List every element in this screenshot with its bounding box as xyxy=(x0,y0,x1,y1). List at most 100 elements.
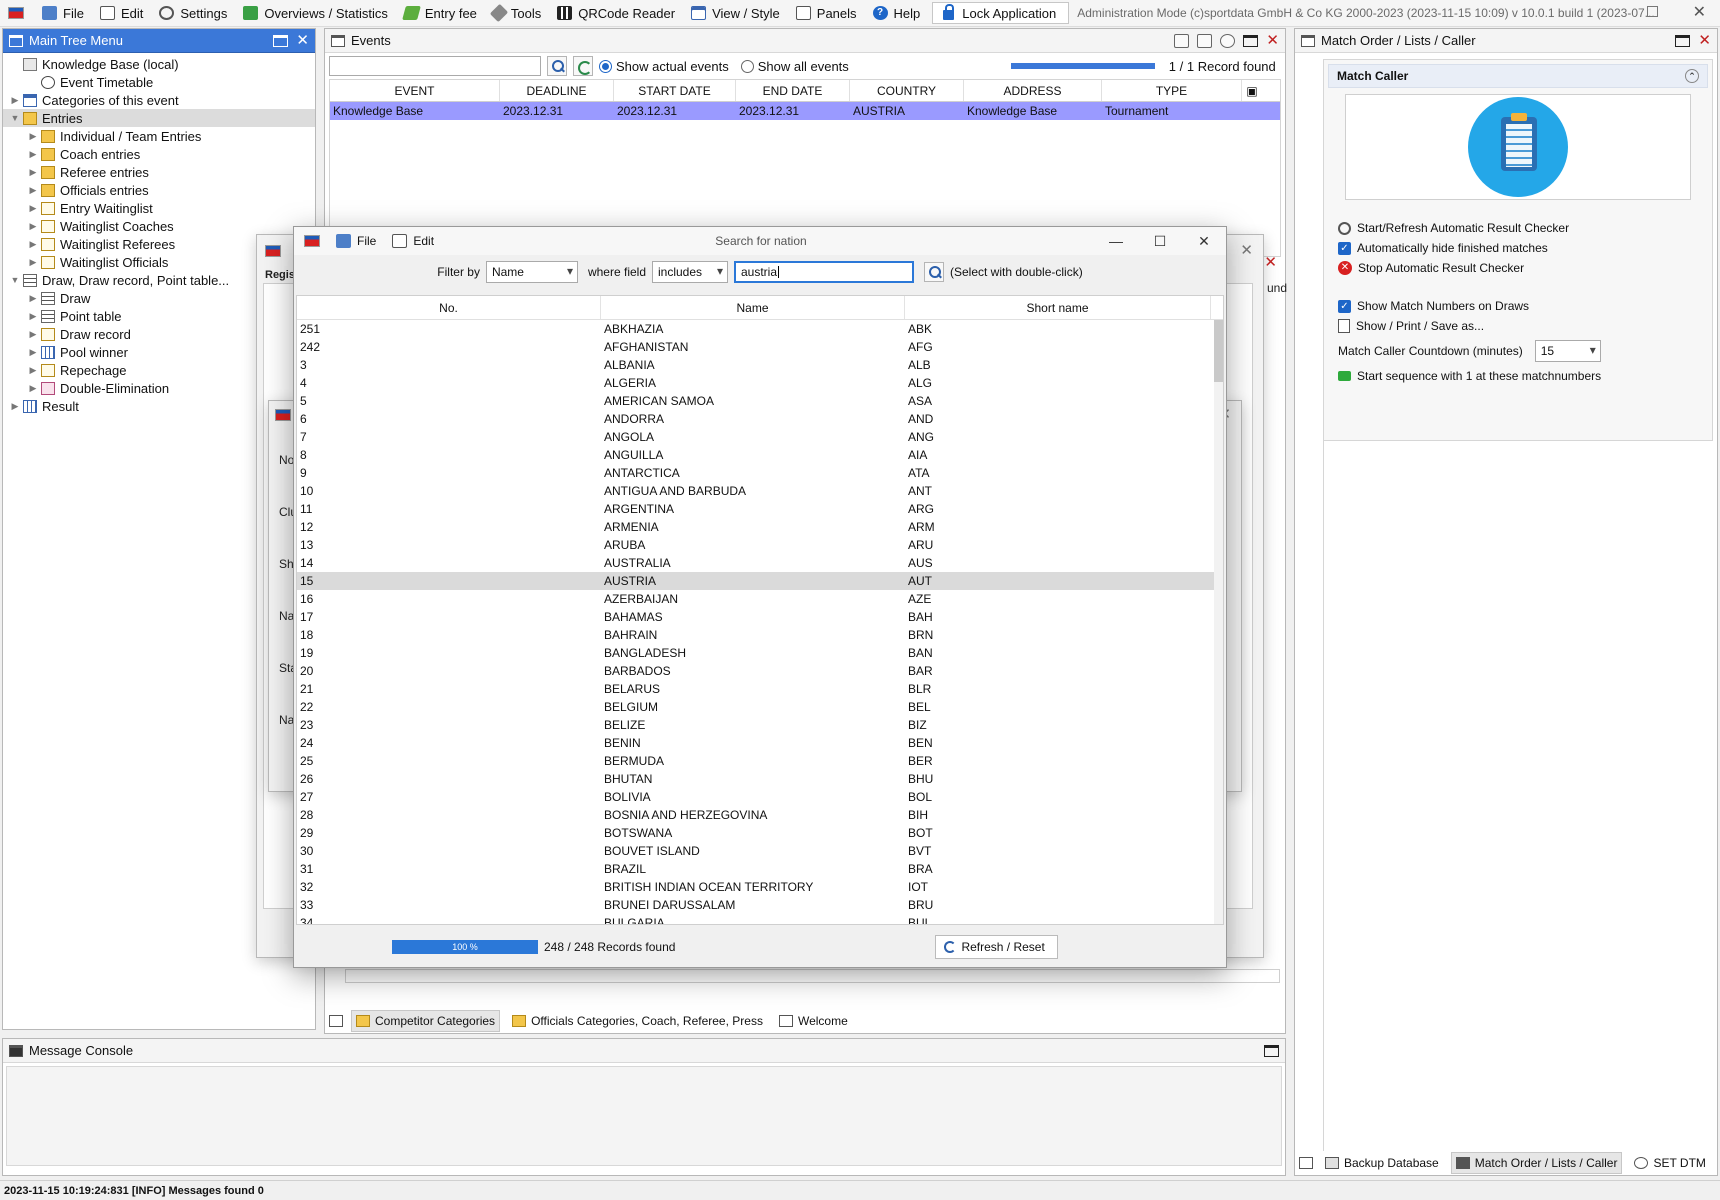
dialog-menu-edit[interactable]: Edit xyxy=(386,228,440,255)
filter-by-select[interactable]: Name xyxy=(485,261,578,283)
nation-row[interactable]: 3 ALBANIA ALB xyxy=(297,356,1223,374)
show-all-events-radio[interactable]: Show all events xyxy=(740,59,849,74)
nation-row[interactable]: 16 AZERBAIJAN AZE xyxy=(297,590,1223,608)
nation-row[interactable]: 19 BANGLADESH BAN xyxy=(297,644,1223,662)
tab-match-order[interactable]: Match Order / Lists / Caller xyxy=(1450,1152,1623,1174)
reload-icon[interactable] xyxy=(573,56,593,76)
column-header[interactable]: TYPE xyxy=(1102,80,1242,101)
start-sequence[interactable]: Start sequence with 1 at these matchnumb… xyxy=(1324,366,1712,386)
close-icon[interactable]: ✕ xyxy=(1266,33,1279,48)
column-header[interactable]: EVENT xyxy=(330,80,500,101)
expand-arrow-icon[interactable]: ▶ xyxy=(25,383,41,394)
nation-row[interactable]: 21 BELARUS BLR xyxy=(297,680,1223,698)
expand-arrow-icon[interactable]: ▶ xyxy=(25,203,41,214)
tree-item[interactable]: ▼ Entries xyxy=(3,109,315,127)
expand-arrow-icon[interactable]: ▶ xyxy=(25,221,41,232)
stop-result-checker[interactable]: ✕ Stop Automatic Result Checker xyxy=(1324,258,1712,278)
maximize-icon[interactable] xyxy=(1264,1044,1279,1057)
close-icon[interactable]: ✕ xyxy=(1264,255,1277,270)
column-header[interactable]: Name xyxy=(601,296,905,319)
tab-set-dtm[interactable]: SET DTM xyxy=(1630,1152,1709,1174)
nation-row[interactable]: 27 BOLIVIA BOL xyxy=(297,788,1223,806)
nation-search-input[interactable]: austria xyxy=(734,261,914,283)
restore-window-icon[interactable] xyxy=(1647,6,1658,17)
show-actual-events-radio[interactable]: Show actual events xyxy=(599,59,729,74)
maximize-icon[interactable] xyxy=(273,34,289,47)
nation-row[interactable]: 11 ARGENTINA ARG xyxy=(297,500,1223,518)
menu-qrcode[interactable]: QRCode Reader xyxy=(549,0,683,26)
tree-item[interactable]: Knowledge Base (local) xyxy=(3,55,315,73)
expand-arrow-icon[interactable]: ▶ xyxy=(7,401,23,412)
nation-row[interactable]: 34 BULGARIA BUL xyxy=(297,914,1223,924)
menu-file[interactable]: File xyxy=(34,0,92,26)
close-icon[interactable]: ✕ xyxy=(1698,33,1711,48)
nation-row[interactable]: 23 BELIZE BIZ xyxy=(297,716,1223,734)
nation-row[interactable]: 5 AMERICAN SAMOA ASA xyxy=(297,392,1223,410)
collapse-icon[interactable]: ⌃ xyxy=(1685,69,1699,83)
column-header[interactable]: COUNTRY xyxy=(850,80,964,101)
expand-arrow-icon[interactable]: ▶ xyxy=(25,149,41,160)
show-match-numbers-checkbox[interactable]: ✓ Show Match Numbers on Draws xyxy=(1324,296,1712,316)
tree-item[interactable]: ▶ Coach entries xyxy=(3,145,315,163)
tree-item[interactable]: Event Timetable xyxy=(3,73,315,91)
table-row[interactable]: Knowledge Base 2023.12.31 2023.12.31 2023.1… xyxy=(330,102,1280,120)
lock-application-button[interactable]: Lock Application xyxy=(932,2,1070,24)
column-header[interactable]: DEADLINE xyxy=(500,80,614,101)
search-icon[interactable] xyxy=(547,56,567,76)
collapse-arrow-icon[interactable]: ▼ xyxy=(7,113,23,123)
nation-row[interactable]: 15 AUSTRIA AUT xyxy=(297,572,1223,590)
nation-row[interactable]: 251 ABKHAZIA ABK xyxy=(297,320,1223,338)
export-icon[interactable] xyxy=(1174,33,1190,48)
vertical-scrollbar[interactable] xyxy=(1214,320,1223,924)
nation-row[interactable]: 18 BAHRAIN BRN xyxy=(297,626,1223,644)
nation-row[interactable]: 32 BRITISH INDIAN OCEAN TERRITORY IOT xyxy=(297,878,1223,896)
nation-row[interactable]: 13 ARUBA ARU xyxy=(297,536,1223,554)
nation-row[interactable]: 22 BELGIUM BEL xyxy=(297,698,1223,716)
close-icon[interactable]: ✕ xyxy=(1182,233,1226,250)
tree-item[interactable]: ▶ Officials entries xyxy=(3,181,315,199)
tab-welcome[interactable]: Welcome xyxy=(775,1010,852,1032)
menu-tools[interactable]: Tools xyxy=(485,0,549,26)
close-icon[interactable]: ✕ xyxy=(296,33,309,48)
where-field-select[interactable]: includes xyxy=(652,261,728,283)
hide-finished-checkbox[interactable]: ✓ Automatically hide finished matches xyxy=(1324,238,1712,258)
nation-row[interactable]: 24 BENIN BEN xyxy=(297,734,1223,752)
tree-item[interactable]: ▶ Referee entries xyxy=(3,163,315,181)
scroll-thumb[interactable] xyxy=(1214,320,1223,382)
settings-icon[interactable] xyxy=(1220,33,1236,48)
show-print-save[interactable]: Show / Print / Save as... xyxy=(1324,316,1712,336)
tab-officials-categories[interactable]: Officials Categories, Coach, Referee, Pr… xyxy=(508,1010,767,1032)
nation-row[interactable]: 9 ANTARCTICA ATA xyxy=(297,464,1223,482)
menu-settings[interactable]: Settings xyxy=(151,0,235,26)
nation-row[interactable]: 33 BRUNEI DARUSSALAM BRU xyxy=(297,896,1223,914)
nation-row[interactable]: 14 AUSTRALIA AUS xyxy=(297,554,1223,572)
expand-arrow-icon[interactable]: ▶ xyxy=(25,131,41,142)
maximize-icon[interactable] xyxy=(1243,34,1259,47)
expand-arrow-icon[interactable]: ▶ xyxy=(25,365,41,376)
countdown-select[interactable]: 15 xyxy=(1534,340,1601,362)
expand-arrow-icon[interactable]: ▶ xyxy=(7,95,23,106)
maximize-icon[interactable]: ☐ xyxy=(1138,233,1182,250)
expand-arrow-icon[interactable]: ▶ xyxy=(25,167,41,178)
menu-help[interactable]: ? Help xyxy=(865,0,929,26)
nation-row[interactable]: 12 ARMENIA ARM xyxy=(297,518,1223,536)
events-search-input[interactable] xyxy=(329,56,541,76)
tree-item[interactable]: ▶ Individual / Team Entries xyxy=(3,127,315,145)
nation-row[interactable]: 8 ANGUILLA AIA xyxy=(297,446,1223,464)
search-icon[interactable] xyxy=(924,262,944,282)
nation-row[interactable]: 6 ANDORRA AND xyxy=(297,410,1223,428)
close-window-icon[interactable]: ✕ xyxy=(1693,2,1706,22)
column-header[interactable]: Short name xyxy=(905,296,1211,319)
menu-edit[interactable]: Edit xyxy=(92,0,151,26)
expand-arrow-icon[interactable]: ▶ xyxy=(25,347,41,358)
tree-item[interactable]: ▶ Categories of this event xyxy=(3,91,315,109)
nation-row[interactable]: 4 ALGERIA ALG xyxy=(297,374,1223,392)
nation-row[interactable]: 242 AFGHANISTAN AFG xyxy=(297,338,1223,356)
nation-row[interactable]: 7 ANGOLA ANG xyxy=(297,428,1223,446)
tab-backup-database[interactable]: Backup Database xyxy=(1321,1152,1443,1174)
nation-row[interactable]: 26 BHUTAN BHU xyxy=(297,770,1223,788)
column-header[interactable]: ADDRESS xyxy=(964,80,1102,101)
nation-row[interactable]: 29 BOTSWANA BOT xyxy=(297,824,1223,842)
expand-arrow-icon[interactable]: ▶ xyxy=(25,257,41,268)
tree-item[interactable]: ▶ Entry Waitinglist xyxy=(3,199,315,217)
